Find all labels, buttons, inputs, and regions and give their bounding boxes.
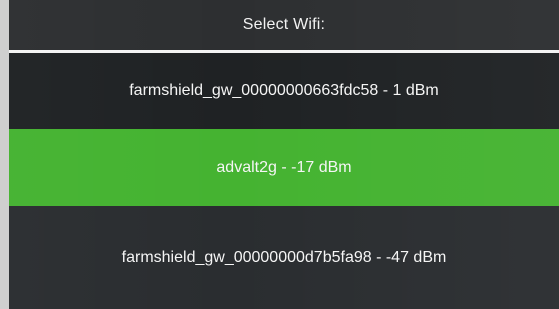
wifi-network-item-selected[interactable]: advalt2g - -17 dBm [9, 129, 559, 206]
screen-header: Select Wifi: [9, 0, 559, 50]
device-frame: Select Wifi: farmshield_gw_00000000663fd… [0, 0, 559, 309]
wifi-network-label: farmshield_gw_00000000663fdc58 - 1 dBm [129, 82, 439, 99]
wifi-network-label: advalt2g - -17 dBm [216, 158, 352, 176]
wifi-selection-screen: Select Wifi: farmshield_gw_00000000663fd… [9, 0, 559, 309]
wifi-network-item[interactable]: farmshield_gw_00000000d7b5fa98 - -47 dBm [9, 206, 559, 309]
wifi-network-label: farmshield_gw_00000000d7b5fa98 - -47 dBm [121, 248, 447, 266]
wifi-network-item[interactable]: farmshield_gw_00000000663fdc58 - 1 dBm [9, 53, 559, 129]
header-title: Select Wifi: [242, 16, 326, 33]
